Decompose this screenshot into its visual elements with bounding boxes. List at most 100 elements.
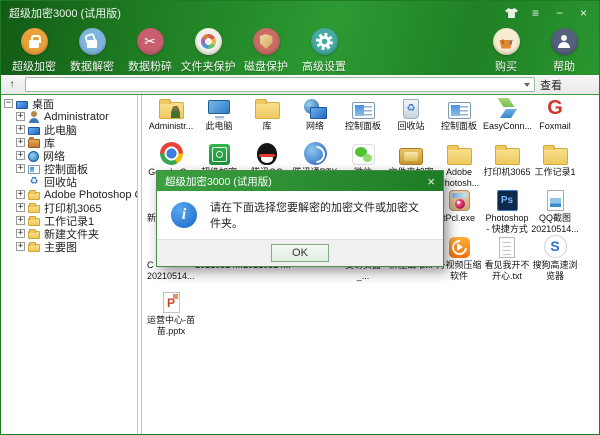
expand-toggle[interactable]: + <box>16 164 25 173</box>
tree-item-库[interactable]: +库 <box>1 136 137 149</box>
dialog-close-button[interactable]: × <box>427 175 435 188</box>
file-grid-row: Administr...此电脑库网络控制面板♻回收站控制面板EasyConn..… <box>147 95 599 141</box>
expand-toggle[interactable]: + <box>16 242 25 251</box>
file-item[interactable]: 此电脑 <box>195 95 243 141</box>
file-label: QQ截图 20210514... <box>531 213 579 234</box>
toolbar-button-label: 数据粉碎 <box>128 58 172 74</box>
folder-icon <box>28 192 40 200</box>
toolbar-button-label: 超级加密 <box>12 58 56 74</box>
safe-icon <box>209 144 230 165</box>
file-item[interactable]: Administr... <box>147 95 195 141</box>
toolbar-button-文件夹保护[interactable]: 文件夹保护 <box>179 28 237 74</box>
scissors-icon: ✂ <box>144 35 156 49</box>
folder-icon <box>495 148 520 165</box>
file-label: 控制面板 <box>339 121 387 132</box>
expand-toggle[interactable]: − <box>4 99 13 108</box>
tree-item-label: 回收站 <box>44 174 77 190</box>
file-label: EasyConn... <box>483 121 531 132</box>
close-button[interactable]: × <box>576 6 591 21</box>
dialog-titlebar: 超级加密3000 (试用版) × <box>157 171 443 191</box>
basket-icon <box>499 40 514 49</box>
file-label: 工作记录1 <box>531 167 579 178</box>
skin-button[interactable] <box>504 6 519 21</box>
address-combobox[interactable] <box>25 77 535 92</box>
goldsafe-icon <box>399 148 423 165</box>
expand-toggle[interactable]: + <box>16 190 25 199</box>
toolbar-button-label: 高级设置 <box>302 58 346 74</box>
shield-icon <box>260 34 273 49</box>
toolbar-button-label: 数据解密 <box>70 58 114 74</box>
file-label: 搜狗高速浏览器 <box>531 260 579 281</box>
file-grid-row: P运营中心-苗苗.pptx <box>147 289 599 337</box>
network-icon <box>303 99 327 119</box>
toolbar-button-数据粉碎[interactable]: ✂ 数据粉碎 <box>121 28 179 74</box>
minimize-button[interactable]: − <box>552 6 567 21</box>
folder-icon <box>28 218 40 226</box>
up-button[interactable]: ↑ <box>4 77 20 92</box>
toolbar-button-磁盘保护[interactable]: 磁盘保护 <box>237 28 295 74</box>
ok-button[interactable]: OK <box>271 244 329 262</box>
file-item[interactable]: PsPhotoshop - 快捷方式 <box>483 187 531 234</box>
file-item[interactable]: 控制面板 <box>339 95 387 141</box>
file-item[interactable]: EasyConn... <box>483 95 531 141</box>
toolbar-left-group: 超级加密数据解密 ✂ 数据粉碎文件夹保护磁盘保护高级设置 <box>5 28 353 74</box>
file-item[interactable]: 库 <box>243 95 291 141</box>
file-item[interactable]: GFoxmail <box>531 95 579 141</box>
person-icon <box>557 35 571 48</box>
tree-item-回收站[interactable]: ♻回收站 <box>1 175 137 188</box>
expand-toggle[interactable]: + <box>16 151 25 160</box>
toolbar-button-label: 帮助 <box>553 58 575 74</box>
toolbar-button-数据解密[interactable]: 数据解密 <box>63 28 121 74</box>
recycle-icon: ♻ <box>403 99 419 119</box>
expand-toggle[interactable]: + <box>16 229 25 238</box>
empty-cell <box>435 289 483 337</box>
expand-toggle[interactable]: + <box>16 125 25 134</box>
imgfile-icon <box>547 190 564 211</box>
toolbar-button-label: 文件夹保护 <box>181 58 236 74</box>
folder-user-icon <box>159 102 184 119</box>
empty-cell <box>531 289 579 337</box>
expand-toggle[interactable]: + <box>16 138 25 147</box>
tree-item-此电脑[interactable]: +此电脑 <box>1 123 137 136</box>
window-controls: ≡ − × <box>504 6 591 21</box>
menu-button[interactable]: ≡ <box>528 6 543 21</box>
file-item[interactable]: 控制面板 <box>435 95 483 141</box>
lock-icon <box>29 40 39 48</box>
dialog-message: 请在下面选择您要解密的加密文件或加密文件夹。 <box>210 199 429 231</box>
toolbar: 超级加密数据解密 ✂ 数据粉碎文件夹保护磁盘保护高级设置 购买帮助 <box>1 25 599 75</box>
expand-toggle[interactable]: + <box>16 203 25 212</box>
window-title: 超级加密3000 (试用版) <box>9 5 121 21</box>
folder-icon <box>543 148 568 165</box>
tree-item-桌面[interactable]: − 桌面 <box>1 97 137 110</box>
file-item[interactable]: 打印机3065 <box>483 141 531 188</box>
file-label: 库 <box>243 121 291 132</box>
toolbar-button-购买[interactable]: 购买 <box>477 28 535 74</box>
cpanel-icon <box>448 102 471 119</box>
file-item[interactable]: 看见我开不开心.txt <box>483 234 531 289</box>
empty-cell <box>387 289 435 337</box>
dialog-body: i 请在下面选择您要解密的加密文件或加密文件夹。 <box>157 191 443 239</box>
file-item[interactable]: QQ截图 20210514... <box>531 187 579 234</box>
chevron-down-icon[interactable] <box>524 83 530 87</box>
expand-toggle[interactable]: + <box>16 112 25 121</box>
file-item[interactable]: P运营中心-苗苗.pptx <box>147 289 195 337</box>
expand-toggle[interactable]: + <box>16 216 25 225</box>
view-button[interactable]: 查看 <box>540 77 596 93</box>
toolbar-button-超级加密[interactable]: 超级加密 <box>5 28 63 74</box>
info-icon: i <box>171 202 197 228</box>
file-item[interactable]: ♻回收站 <box>387 95 435 141</box>
titlebar: 超级加密3000 (试用版) ≡ − × <box>1 1 599 25</box>
shirt-icon <box>505 8 518 18</box>
toolbar-button-帮助[interactable]: 帮助 <box>535 28 593 74</box>
file-item[interactable]: 工作记录1 <box>531 141 579 188</box>
toolbar-button-高级设置[interactable]: 高级设置 <box>295 28 353 74</box>
file-label: Administr... <box>147 121 195 132</box>
tree-item-label: 主要图 <box>44 239 77 255</box>
file-item[interactable]: 网络 <box>291 95 339 141</box>
tree-item-主要图[interactable]: + 主要图 <box>1 240 137 253</box>
computer-icon <box>28 127 40 135</box>
file-item[interactable]: S搜狗高速浏览器 <box>531 234 579 289</box>
tree-item-label: 桌面 <box>32 96 54 112</box>
chrome-icon <box>160 142 183 165</box>
file-label: Photoshop - 快捷方式 <box>483 213 531 234</box>
